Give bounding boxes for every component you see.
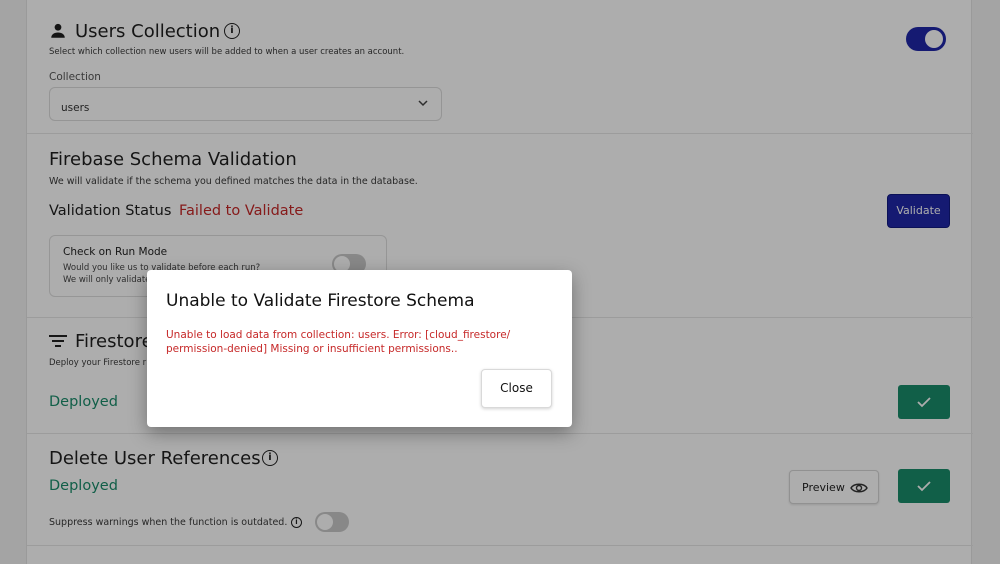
dialog-title: Unable to Validate Firestore Schema xyxy=(166,291,475,311)
close-button[interactable]: Close xyxy=(481,369,552,408)
dialog-error-message: Unable to load data from collection: use… xyxy=(166,329,511,355)
error-dialog: Unable to Validate Firestore Schema Unab… xyxy=(147,270,572,427)
